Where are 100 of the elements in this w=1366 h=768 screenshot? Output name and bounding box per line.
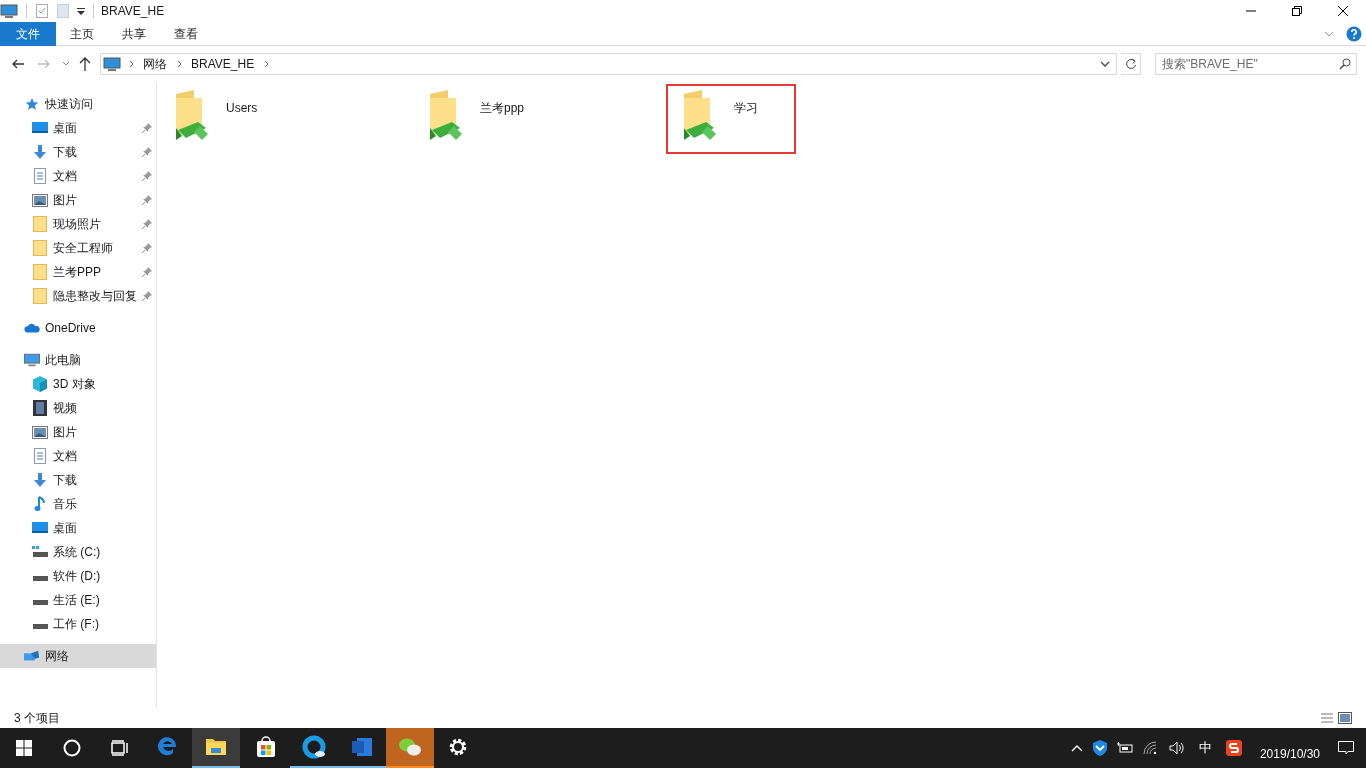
sidebar-label: 工作 (F:)	[53, 616, 100, 633]
sidebar-label: 文档	[53, 168, 78, 185]
sidebar-label: 系统 (C:)	[53, 544, 102, 561]
restore-icon	[1292, 6, 1302, 16]
sidebar-label: 软件 (D:)	[53, 568, 102, 585]
folder-item[interactable]: Users	[158, 84, 296, 154]
sidebar-item[interactable]: 工作 (F:)	[0, 612, 156, 636]
breadcrumb-link[interactable]: 网络	[141, 55, 169, 73]
sidebar-item[interactable]: 桌面	[0, 516, 156, 540]
shield-icon[interactable]	[1092, 740, 1107, 756]
sidebar-item[interactable]: 文档	[0, 164, 156, 188]
ribbon-tab[interactable]: 文件	[0, 21, 56, 46]
document-icon	[33, 168, 47, 184]
sidebar-item[interactable]: OneDrive	[0, 316, 156, 340]
notification-icon[interactable]	[1338, 741, 1354, 755]
music-note-icon	[34, 496, 46, 512]
taskbar-app-button[interactable]	[192, 728, 240, 768]
shopping-bag-icon	[254, 735, 278, 759]
large-icons-view-icon[interactable]	[1338, 712, 1352, 724]
input-method-indicator[interactable]: 中	[1194, 738, 1216, 758]
star-icon	[25, 97, 39, 111]
sidebar-item[interactable]: 系统 (C:)	[0, 540, 156, 564]
drive-icon	[32, 546, 48, 558]
recent-dropdown-icon[interactable]	[62, 61, 70, 67]
sidebar-label: 桌面	[53, 120, 78, 137]
close-icon	[1338, 6, 1348, 16]
folder-item[interactable]: 兰考ppp	[412, 84, 563, 154]
sidebar-label: 下载	[53, 472, 78, 489]
sidebar-item[interactable]: 下载	[0, 468, 156, 492]
clock-date[interactable]: 2019/10/30	[1251, 733, 1328, 763]
wifi-icon[interactable]	[1142, 741, 1159, 755]
sidebar-item[interactable]: 音乐	[0, 492, 156, 516]
window-title: BRAVE_HE	[101, 3, 165, 20]
browser-icon	[302, 735, 326, 759]
sidebar-item[interactable]: 3D 对象	[0, 372, 156, 396]
sidebar-label: 图片	[53, 192, 78, 209]
desktop-icon	[32, 521, 48, 535]
sidebar-label: 下载	[53, 144, 78, 161]
sidebar-label: 文档	[53, 448, 78, 465]
sidebar-item[interactable]: 隐患整改与回复	[0, 284, 156, 308]
windows-logo-icon	[16, 740, 32, 756]
folder-item[interactable]: 学习	[666, 84, 796, 154]
address-bar[interactable]: 网络 BRAVE_HE	[100, 53, 1117, 75]
sidebar-label: 现场照片	[53, 216, 102, 233]
word-document-icon	[350, 735, 374, 759]
sidebar-label: 兰考PPP	[53, 264, 102, 281]
expand-ribbon-icon[interactable]	[1324, 29, 1334, 38]
folder-name: Users	[226, 100, 258, 117]
network-icon	[24, 649, 40, 663]
sidebar-item[interactable]: 图片	[0, 188, 156, 212]
sidebar-item[interactable]: 下载	[0, 140, 156, 164]
sidebar-item[interactable]: 兰考PPP	[0, 260, 156, 284]
sidebar-label: 图片	[53, 424, 78, 441]
input-method-icon[interactable]	[1225, 740, 1242, 756]
sidebar-label: 隐患整改与回复	[53, 288, 138, 305]
sidebar-item[interactable]: 安全工程师	[0, 236, 156, 260]
chevron-icon	[175, 59, 183, 69]
search-field[interactable]: 搜索"BRAVE_HE"	[1155, 53, 1357, 75]
sidebar-item[interactable]: 网络	[0, 644, 156, 668]
down-arrow-icon	[32, 472, 48, 488]
sidebar-item[interactable]: 快速访问	[0, 92, 156, 116]
picture-icon	[32, 425, 48, 439]
picture-icon	[32, 193, 48, 207]
sidebar-item[interactable]: 软件 (D:)	[0, 564, 156, 588]
computer-icon	[103, 56, 121, 72]
ribbon-tab[interactable]: 查看	[160, 21, 212, 46]
help-icon[interactable]	[1346, 25, 1362, 42]
dropdown-icon[interactable]	[76, 6, 86, 16]
search-icon[interactable]	[1339, 58, 1351, 70]
item-count: 3 个项目	[14, 710, 60, 727]
sidebar-item[interactable]: 视频	[0, 396, 156, 420]
sidebar-label: 音乐	[53, 496, 78, 513]
sidebar-label: 生活 (E:)	[53, 592, 101, 609]
dropdown-icon[interactable]	[1100, 60, 1110, 68]
refresh-button[interactable]	[1121, 53, 1141, 75]
speaker-icon[interactable]	[1168, 741, 1185, 755]
checklist-icon[interactable]	[35, 3, 49, 19]
folder-icon	[33, 216, 47, 232]
battery-icon[interactable]	[1116, 742, 1133, 754]
chevron-up-icon[interactable]	[1070, 744, 1083, 752]
sidebar-item[interactable]: 文档	[0, 444, 156, 468]
sidebar-label: 视频	[53, 400, 78, 417]
cube-icon	[32, 376, 48, 392]
folder-name: 学习	[734, 100, 758, 117]
chevron-icon	[127, 59, 135, 69]
ribbon-tab[interactable]: 主页	[56, 21, 108, 46]
ribbon-tab[interactable]: 共享	[108, 21, 160, 46]
sidebar-item[interactable]: 现场照片	[0, 212, 156, 236]
folder-icon	[33, 240, 47, 256]
task-view-icon	[111, 740, 129, 756]
breadcrumb-link[interactable]: BRAVE_HE	[189, 55, 257, 73]
up-arrow-icon[interactable]	[78, 56, 92, 72]
sidebar-item[interactable]: 桌面	[0, 116, 156, 140]
down-arrow-icon	[32, 144, 48, 160]
computer-icon[interactable]	[0, 3, 18, 19]
sidebar-item[interactable]: 图片	[0, 420, 156, 444]
sidebar-item[interactable]: 此电脑	[0, 348, 156, 372]
sidebar-item[interactable]: 生活 (E:)	[0, 588, 156, 612]
folder-icon	[33, 288, 47, 304]
computer-icon	[24, 352, 40, 368]
